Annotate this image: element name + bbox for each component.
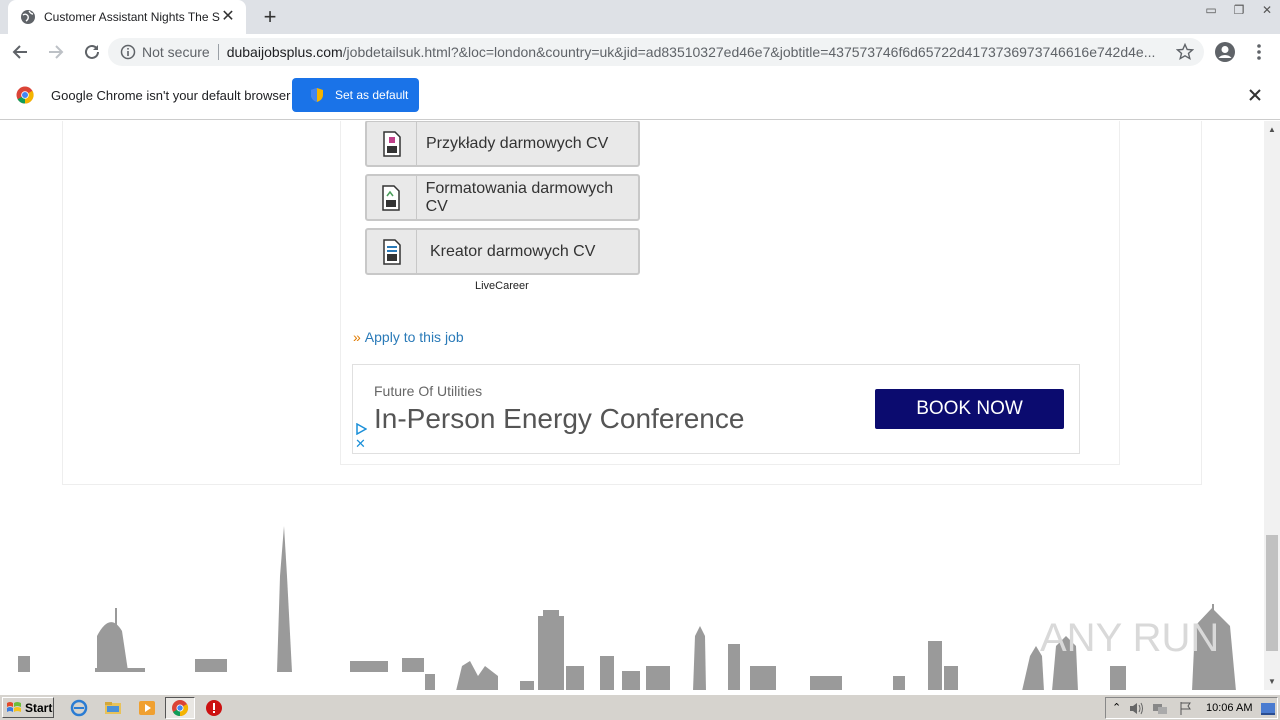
chrome-logo-icon [16, 86, 34, 104]
restore-button[interactable]: ❐ [1226, 0, 1252, 18]
book-now-button[interactable]: BOOK NOW [875, 389, 1064, 429]
reload-button[interactable] [76, 36, 108, 68]
scroll-up-arrow-icon[interactable]: ▲ [1268, 125, 1276, 134]
taskbar-clock[interactable]: 10:06 AM [1206, 702, 1252, 714]
info-icon[interactable] [120, 44, 136, 60]
browser-toolbar: Not secure dubaijobsplus.com /jobdetails… [0, 34, 1280, 70]
page-content: Przykłady darmowych CV Formatowania darm… [0, 121, 1264, 690]
globe-icon [21, 10, 35, 24]
apply-arrows: » [353, 329, 361, 345]
watermark-text: ANY RUN [1040, 616, 1219, 660]
set-as-default-button[interactable]: Set as default [292, 78, 419, 112]
action-center-flag-icon[interactable] [1178, 701, 1194, 716]
shield-icon [311, 88, 323, 102]
cv-button-label: Kreator darmowych CV [430, 242, 596, 260]
window-controls: ▭ ❐ ✕ [1196, 0, 1280, 20]
windows-flag-icon [7, 701, 21, 712]
apply-link-label: Apply to this job [364, 329, 464, 345]
omnibox-separator [217, 44, 219, 60]
internet-explorer-icon[interactable] [70, 699, 88, 717]
reload-icon [85, 44, 99, 59]
vertical-scrollbar[interactable]: ▲ ▼ [1264, 121, 1280, 690]
builder-document-icon [367, 230, 417, 273]
chrome-icon[interactable] [171, 699, 189, 717]
show-desktop-icon[interactable] [1260, 701, 1276, 716]
apply-link[interactable]: » Apply to this job [353, 329, 464, 345]
scroll-down-arrow-icon[interactable]: ▼ [1268, 677, 1276, 686]
stop-sign-icon[interactable] [205, 699, 223, 717]
infobar-message: Google Chrome isn't your default browser [51, 88, 291, 103]
cv-button-builder[interactable]: Kreator darmowych CV [365, 228, 640, 275]
format-document-icon [367, 176, 417, 219]
windows-taskbar: Start ⌃ 10:06 AM [0, 694, 1280, 720]
url-path: /jobdetailsuk.html?&loc=london&country=u… [342, 44, 1156, 60]
ad-banner[interactable]: Future Of Utilities In-Person Energy Con… [352, 364, 1080, 454]
infobar-close-icon[interactable] [1249, 89, 1261, 101]
ad-headline: In-Person Energy Conference [374, 403, 745, 434]
media-player-icon[interactable] [138, 699, 156, 717]
tab-close-icon[interactable]: ✕ [220, 9, 236, 25]
back-button[interactable] [4, 36, 36, 68]
kebab-menu-icon[interactable] [1250, 42, 1268, 62]
cv-button-formatting[interactable]: Formatowania darmowych CV [365, 174, 640, 221]
network-icon[interactable] [1152, 701, 1168, 716]
ad-close-icon[interactable]: ✕ [355, 437, 366, 450]
show-hidden-icons-icon[interactable]: ⌃ [1112, 701, 1121, 714]
forward-button[interactable] [40, 36, 72, 68]
system-tray: ⌃ 10:06 AM [1105, 697, 1278, 719]
volume-icon[interactable] [1128, 701, 1144, 716]
back-arrow-icon [12, 45, 27, 59]
url-host: dubaijobsplus.com [226, 44, 343, 60]
address-bar[interactable]: Not secure dubaijobsplus.com /jobdetails… [108, 38, 1204, 66]
forward-arrow-icon [49, 45, 64, 59]
close-window-button[interactable]: ✕ [1254, 0, 1280, 18]
scrollbar-thumb[interactable] [1266, 535, 1278, 651]
default-browser-infobar: Google Chrome isn't your default browser… [0, 70, 1280, 120]
start-label: Start [25, 700, 53, 715]
set-as-default-label: Set as default [335, 88, 409, 102]
file-explorer-icon[interactable] [104, 699, 122, 717]
pdf-document-icon [367, 122, 417, 165]
profile-avatar-icon[interactable] [1214, 41, 1236, 63]
bookmark-star-icon[interactable] [1176, 43, 1194, 61]
minimize-button[interactable]: ▭ [1198, 0, 1224, 18]
title-bar: Customer Assistant Nights The Strand ✕ +… [0, 0, 1280, 34]
cv-button-examples[interactable]: Przykłady darmowych CV [365, 121, 640, 167]
cv-button-label: Przykłady darmowych CV [426, 134, 609, 152]
tab-title: Customer Assistant Nights The Strand [44, 10, 220, 24]
new-tab-button[interactable]: + [258, 5, 282, 29]
cv-provider-label: LiveCareer [475, 280, 529, 292]
start-button[interactable]: Start [2, 697, 54, 718]
ad-subtitle: Future Of Utilities [374, 383, 483, 399]
adchoices-icon[interactable] [355, 423, 367, 435]
browser-tab[interactable]: Customer Assistant Nights The Strand ✕ [8, 0, 246, 34]
security-status: Not secure [142, 44, 210, 60]
cv-button-label: Formatowania darmowych CV [425, 179, 614, 215]
city-skyline-image: ANY RUN [18, 526, 1236, 690]
